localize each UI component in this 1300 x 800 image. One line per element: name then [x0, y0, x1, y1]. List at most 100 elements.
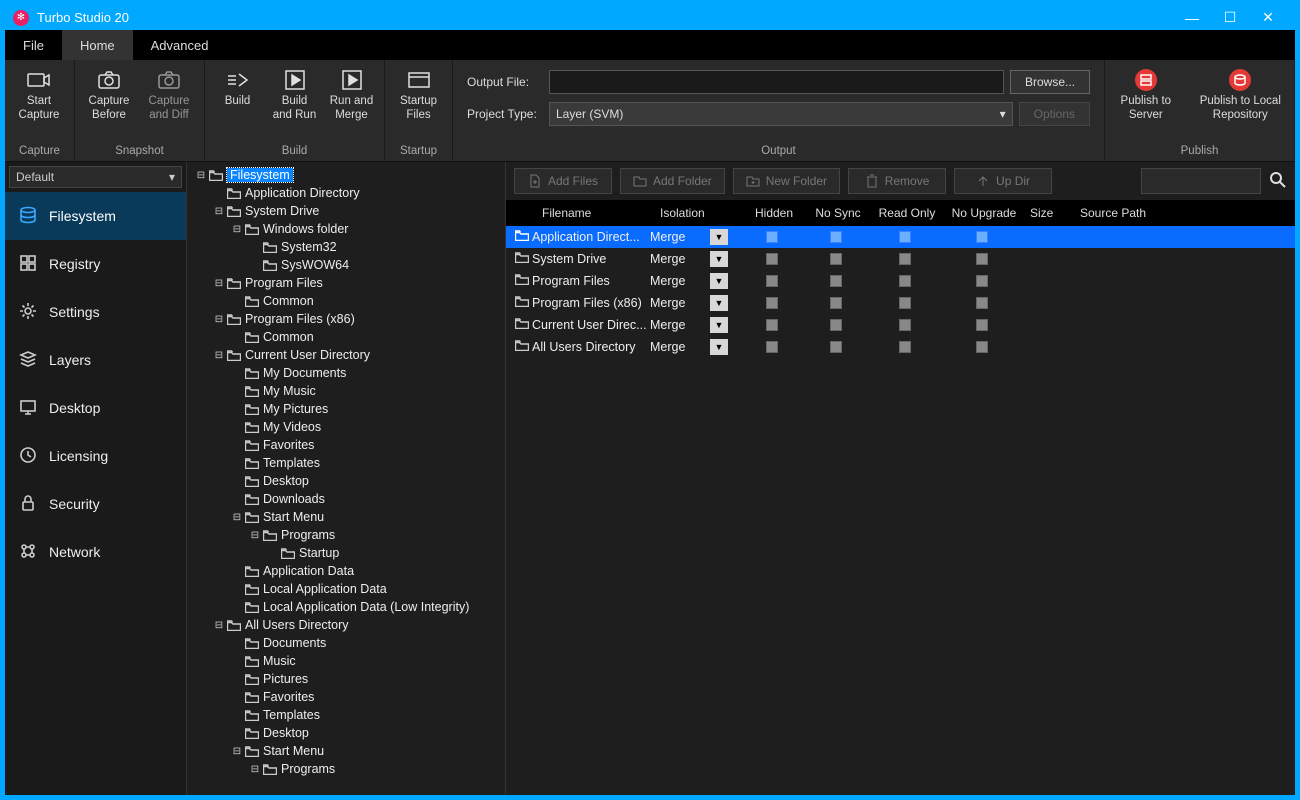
hidden-checkbox[interactable] [766, 231, 778, 243]
sidebar-item-network[interactable]: Network [5, 528, 186, 576]
sidebar-item-desktop[interactable]: Desktop [5, 384, 186, 432]
menu-advanced[interactable]: Advanced [133, 30, 227, 60]
tree-node[interactable]: Pictures [191, 670, 505, 688]
tree-node[interactable]: My Videos [191, 418, 505, 436]
profile-select[interactable]: Default ▾ [9, 166, 182, 188]
add-folder-button[interactable]: Add Folder [620, 168, 725, 194]
tree-node[interactable]: Favorites [191, 688, 505, 706]
tree-node[interactable]: Downloads [191, 490, 505, 508]
tree-toggle[interactable]: ⊟ [231, 746, 243, 757]
tree-node[interactable]: Common [191, 292, 505, 310]
tree-toggle[interactable]: ⊟ [249, 530, 261, 541]
sidebar-item-settings[interactable]: Settings [5, 288, 186, 336]
sidebar-item-layers[interactable]: Layers [5, 336, 186, 384]
tree-node[interactable]: My Music [191, 382, 505, 400]
start-capture-button[interactable]: Start Capture [11, 64, 67, 127]
build-run-button[interactable]: Build and Run [268, 64, 321, 127]
output-file-input[interactable] [549, 70, 1004, 94]
nosync-checkbox[interactable] [830, 341, 842, 353]
tree-node[interactable]: Startup [191, 544, 505, 562]
noupgrade-checkbox[interactable] [976, 341, 988, 353]
tree-node[interactable]: SysWOW64 [191, 256, 505, 274]
table-row[interactable]: System DriveMerge▼ [506, 248, 1295, 270]
tree-node[interactable]: ⊟Filesystem [191, 166, 505, 184]
readonly-checkbox[interactable] [899, 341, 911, 353]
noupgrade-checkbox[interactable] [976, 319, 988, 331]
col-size[interactable]: Size [1024, 206, 1074, 220]
project-type-select[interactable]: Layer (SVM) ▾ [549, 102, 1013, 126]
tree-node[interactable]: Music [191, 652, 505, 670]
close-button[interactable]: ✕ [1249, 9, 1287, 26]
hidden-checkbox[interactable] [766, 253, 778, 265]
new-folder-button[interactable]: New Folder [733, 168, 840, 194]
tree-node[interactable]: ⊟All Users Directory [191, 616, 505, 634]
tree-toggle[interactable]: ⊟ [213, 350, 225, 361]
tree-node[interactable]: ⊟System Drive [191, 202, 505, 220]
publish-server-button[interactable]: Publish to Server [1111, 64, 1181, 127]
tree-toggle[interactable]: ⊟ [213, 620, 225, 631]
isolation-dropdown[interactable]: ▼ [710, 339, 728, 355]
tree-node[interactable]: System32 [191, 238, 505, 256]
readonly-checkbox[interactable] [899, 297, 911, 309]
nosync-checkbox[interactable] [830, 275, 842, 287]
tree-node[interactable]: Templates [191, 706, 505, 724]
tree-node[interactable]: ⊟Program Files [191, 274, 505, 292]
tree-node[interactable]: Application Data [191, 562, 505, 580]
nosync-checkbox[interactable] [830, 231, 842, 243]
startup-files-button[interactable]: Startup Files [391, 64, 446, 127]
sidebar-item-licensing[interactable]: Licensing [5, 432, 186, 480]
up-dir-button[interactable]: Up Dir [954, 168, 1052, 194]
tree-toggle[interactable]: ⊟ [213, 278, 225, 289]
isolation-dropdown[interactable]: ▼ [710, 229, 728, 245]
table-row[interactable]: Program Files (x86)Merge▼ [506, 292, 1295, 314]
run-merge-button[interactable]: Run and Merge [325, 64, 378, 127]
tree-node[interactable]: Favorites [191, 436, 505, 454]
tree-node[interactable]: Desktop [191, 472, 505, 490]
tree-toggle[interactable]: ⊟ [231, 224, 243, 235]
tree-node[interactable]: My Pictures [191, 400, 505, 418]
search-input[interactable] [1141, 168, 1261, 194]
readonly-checkbox[interactable] [899, 319, 911, 331]
tree-node[interactable]: ⊟Programs [191, 526, 505, 544]
publish-local-button[interactable]: Publish to Local Repository [1193, 64, 1288, 127]
isolation-dropdown[interactable]: ▼ [710, 251, 728, 267]
table-row[interactable]: Application Direct...Merge▼ [506, 226, 1295, 248]
tree-node[interactable]: ⊟Start Menu [191, 508, 505, 526]
hidden-checkbox[interactable] [766, 297, 778, 309]
col-noupgrade[interactable]: No Upgrade [944, 206, 1024, 220]
noupgrade-checkbox[interactable] [976, 231, 988, 243]
readonly-checkbox[interactable] [899, 275, 911, 287]
tree-toggle[interactable]: ⊟ [249, 764, 261, 775]
readonly-checkbox[interactable] [899, 253, 911, 265]
menu-file[interactable]: File [5, 30, 62, 60]
col-nosync[interactable]: No Sync [806, 206, 870, 220]
nosync-checkbox[interactable] [830, 253, 842, 265]
sidebar-item-security[interactable]: Security [5, 480, 186, 528]
readonly-checkbox[interactable] [899, 231, 911, 243]
table-row[interactable]: Current User Direc...Merge▼ [506, 314, 1295, 336]
browse-button[interactable]: Browse... [1010, 70, 1090, 94]
add-files-button[interactable]: Add Files [514, 168, 612, 194]
tree-toggle[interactable]: ⊟ [213, 206, 225, 217]
tree-node[interactable]: Desktop [191, 724, 505, 742]
isolation-dropdown[interactable]: ▼ [710, 317, 728, 333]
noupgrade-checkbox[interactable] [976, 297, 988, 309]
noupgrade-checkbox[interactable] [976, 275, 988, 287]
remove-button[interactable]: Remove [848, 168, 946, 194]
maximize-button[interactable]: ☐ [1211, 9, 1249, 26]
tree-node[interactable]: ⊟Program Files (x86) [191, 310, 505, 328]
tree-node[interactable]: Application Directory [191, 184, 505, 202]
tree-node[interactable]: ⊟Programs [191, 760, 505, 778]
sidebar-item-filesystem[interactable]: Filesystem [5, 192, 186, 240]
nosync-checkbox[interactable] [830, 319, 842, 331]
tree-node[interactable]: ⊟Current User Directory [191, 346, 505, 364]
hidden-checkbox[interactable] [766, 319, 778, 331]
capture-before-button[interactable]: Capture Before [81, 64, 137, 127]
col-source[interactable]: Source Path [1074, 206, 1152, 220]
tree-toggle[interactable]: ⊟ [231, 512, 243, 523]
col-readonly[interactable]: Read Only [870, 206, 944, 220]
tree-node[interactable]: Local Application Data (Low Integrity) [191, 598, 505, 616]
tree-toggle[interactable]: ⊟ [195, 170, 207, 181]
col-hidden[interactable]: Hidden [742, 206, 806, 220]
nosync-checkbox[interactable] [830, 297, 842, 309]
